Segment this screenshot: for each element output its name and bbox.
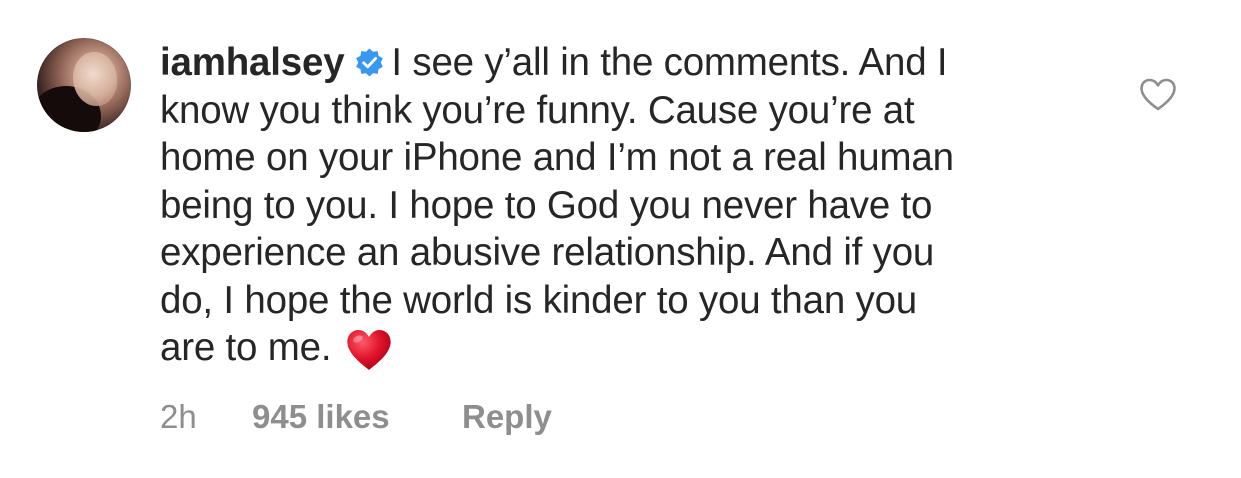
comment-text-block: iamhalsey I see y’all in the comments. An… xyxy=(160,39,1080,372)
comment-line-7: are to me. xyxy=(160,324,1080,372)
comment-item: iamhalsey I see y’all in the comments. An… xyxy=(0,0,1241,478)
comment-line-1: iamhalsey I see y’all in the comments. An… xyxy=(160,39,1080,87)
comment-text-line: experience an abusive relationship. And … xyxy=(160,231,935,274)
comment-text-line: are to me. xyxy=(160,326,332,369)
comment-text-line: do, I hope the world is kinder to you th… xyxy=(160,278,918,322)
heart-outline-icon[interactable] xyxy=(1139,78,1177,112)
avatar[interactable] xyxy=(37,38,131,132)
comment-timestamp: 2h xyxy=(160,398,197,435)
comment-text-line: I see y’all in the comments. And I xyxy=(391,41,948,84)
avatar-ring xyxy=(37,38,131,132)
comment-meta-row: 2h 945 likes Reply xyxy=(160,398,552,436)
comment-text-line: know you think you’re funny. Cause you’r… xyxy=(160,88,915,132)
comment-text-line: being to you. I hope to God you never ha… xyxy=(160,183,933,227)
reply-button[interactable]: Reply xyxy=(462,398,552,436)
comment-text-line: home on your iPhone and I’m not a real h… xyxy=(160,136,954,179)
red-heart-emoji-icon xyxy=(347,330,391,370)
verified-badge-icon xyxy=(356,48,384,77)
likes-count-link[interactable]: 945 likes xyxy=(252,398,462,436)
username-link[interactable]: iamhalsey xyxy=(160,41,345,84)
